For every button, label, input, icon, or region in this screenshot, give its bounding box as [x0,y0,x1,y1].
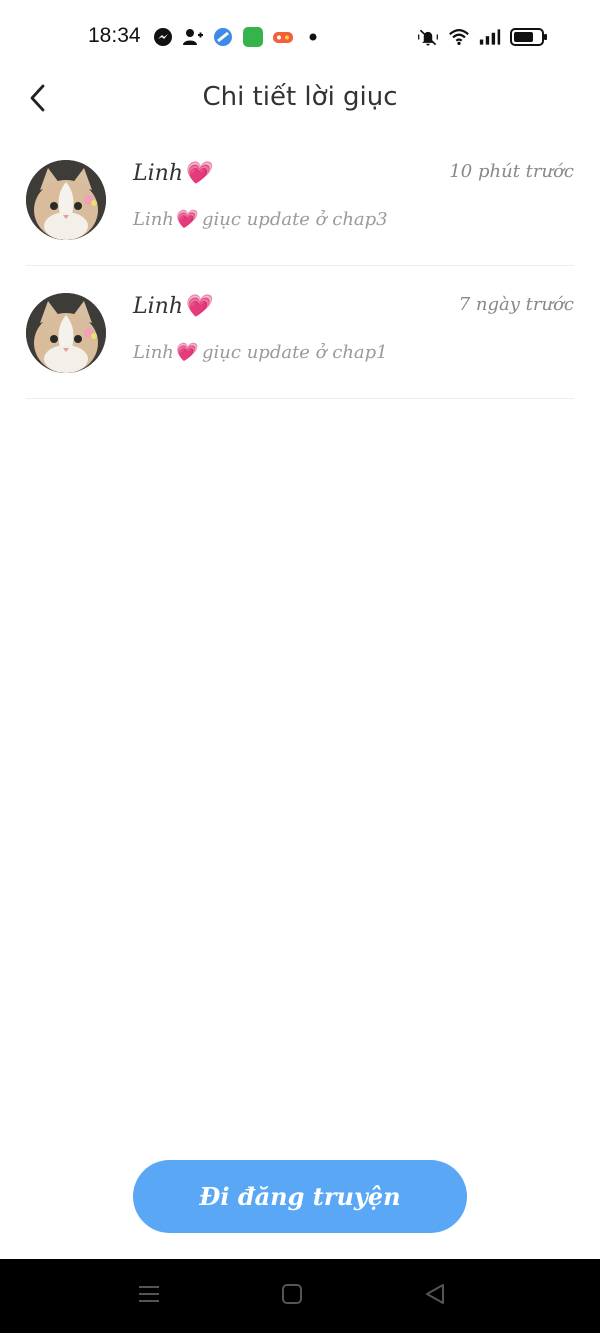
user-name: Linh💗 [133,294,211,319]
item-message: Linh💗 giục update ở chap1 [133,342,388,363]
cat-avatar [26,293,106,373]
item-timestamp: 10 phút trước [449,161,574,182]
system-nav-bar [0,1259,600,1333]
list-item[interactable]: Linh💗 7 ngày trước Linh💗 giục update ở c… [26,266,574,399]
status-time: 18:34 [88,24,141,47]
back-triangle-icon [423,1282,447,1310]
menu-icon [137,1282,161,1310]
battery-icon [510,26,548,48]
home-icon [280,1282,304,1310]
blue-app-icon [212,26,234,48]
status-icons-right [417,26,548,48]
messenger-icon [152,26,174,48]
page-title: Chi tiết lời giục [202,82,398,112]
reminder-list: Linh💗 10 phút trước Linh💗 giục update ở … [26,133,574,399]
user-name: Linh💗 [133,161,211,186]
item-message: Linh💗 giục update ở chap3 [133,209,388,230]
mute-icon [417,26,439,48]
add-contact-icon [182,26,204,48]
app-header: Chi tiết lời giục [0,76,600,136]
nav-back-button[interactable] [420,1281,450,1311]
cat-avatar [26,160,106,240]
status-bar: 18:34 [0,0,600,76]
nav-menu-button[interactable] [134,1281,164,1311]
list-item[interactable]: Linh💗 10 phút trước Linh💗 giục update ở … [26,133,574,266]
post-story-button[interactable]: Đi đăng truyện [133,1160,467,1233]
notification-dot-icon [302,26,324,48]
status-icons-left [152,26,324,48]
item-timestamp: 7 ngày trước [458,294,574,315]
green-app-icon [242,26,264,48]
signal-icon [479,26,501,48]
game-app-icon [272,26,294,48]
nav-home-button[interactable] [277,1281,307,1311]
wifi-icon [448,26,470,48]
